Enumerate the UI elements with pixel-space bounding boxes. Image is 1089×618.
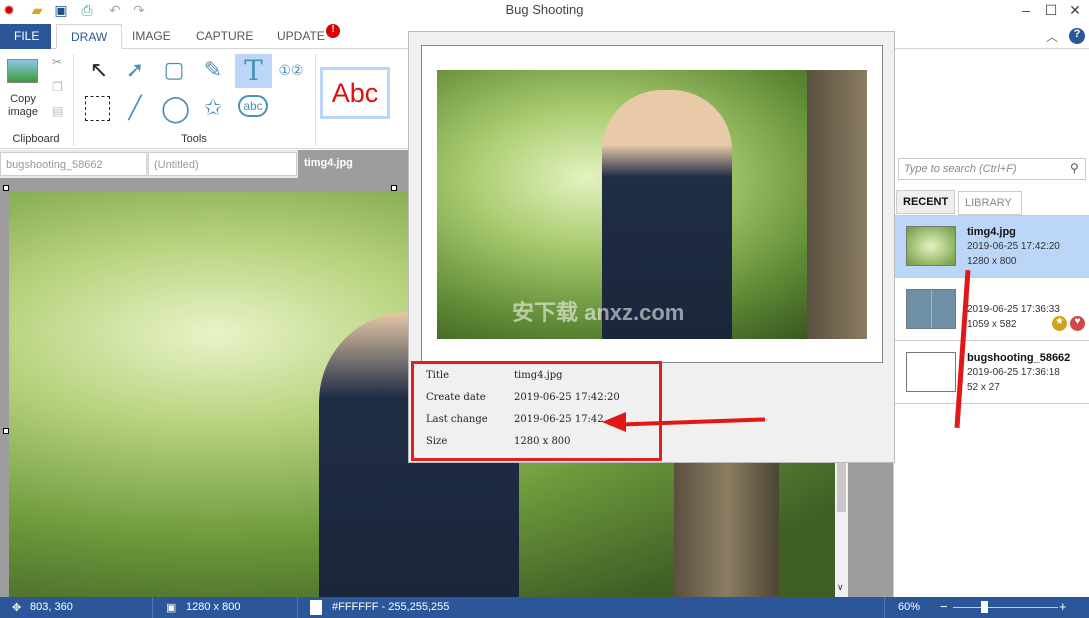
help-icon[interactable]: ? [1069, 28, 1085, 44]
info-label: Title [426, 370, 450, 381]
zoom-level: 60% [898, 601, 921, 613]
star-badge-icon[interactable]: ★ [1052, 316, 1067, 331]
document-tabs: bugshooting_58662 (Untitled) timg4.jpg [0, 150, 408, 178]
info-value: 2019-06-25 17:42 [514, 414, 604, 425]
line-tool-icon[interactable]: ╱ [122, 95, 148, 121]
rectangle-tool-icon[interactable]: ▢ [161, 57, 187, 83]
image-info-popup: 安下载 anxz.com Title timg4.jpg Create date… [408, 31, 895, 463]
doc-tab[interactable]: bugshooting_58662 [0, 152, 147, 176]
status-bar: ✥ 803, 360 ▣ 1280 x 800 #FFFFFF - 255,25… [0, 597, 1089, 618]
copy-image-button[interactable]: Copy image [2, 93, 44, 119]
zoom-in-button[interactable]: + [1059, 599, 1067, 614]
cursor-position-icon: ✥ [12, 602, 22, 614]
item-date: 2019-06-25 17:36:18 [967, 367, 1060, 378]
close-icon[interactable]: ✕ [1064, 2, 1086, 19]
update-alert-icon: ! [326, 24, 340, 38]
text-style-preview[interactable]: Abc [320, 67, 390, 119]
print-icon[interactable]: ⎙ [78, 2, 96, 19]
preview-frame: 安下载 anxz.com [421, 45, 883, 363]
resize-handle[interactable] [391, 185, 397, 191]
save-icon[interactable]: ▣ [52, 2, 70, 19]
thumbnail [906, 289, 956, 329]
select-tool-icon[interactable]: ↖ [86, 57, 112, 83]
arrow-tool-icon[interactable]: ➚ [122, 57, 148, 83]
resize-handle[interactable] [3, 428, 9, 434]
zoom-slider[interactable] [953, 607, 1058, 608]
recent-item[interactable]: timg4.jpg 2019-06-25 17:42:20 1280 x 800 [894, 216, 1089, 278]
copy-image-icon[interactable] [7, 59, 38, 83]
preview-image: 安下载 anxz.com [437, 70, 867, 339]
thumbnail [906, 226, 956, 266]
tab-library[interactable]: LIBRARY [958, 191, 1022, 215]
thumbnail [906, 352, 956, 392]
search-icon[interactable]: ⚲ [1070, 161, 1079, 175]
image-dimensions: 1280 x 800 [186, 601, 241, 613]
search-input[interactable]: Type to search (Ctrl+F) [898, 158, 1086, 180]
cursor-position: 803, 360 [30, 601, 73, 613]
bug-icon[interactable]: ✹ [0, 2, 18, 19]
item-date: 2019-06-25 17:36:33 [967, 304, 1060, 315]
item-size: 52 x 27 [967, 382, 1000, 393]
window-title: Bug Shooting [505, 2, 584, 17]
cut-icon[interactable]: ✂ [52, 55, 62, 69]
info-label: Create date [426, 392, 486, 403]
heart-badge-icon[interactable]: ♥ [1070, 316, 1085, 331]
scrollbar-thumb[interactable] [837, 462, 846, 512]
collapse-ribbon-icon[interactable]: ︿ [1046, 28, 1058, 45]
doc-tab-active[interactable]: timg4.jpg [298, 150, 408, 178]
ellipse-tool-icon[interactable]: ◯ [161, 95, 190, 121]
selection-tool-icon[interactable] [85, 96, 110, 121]
info-label: Last change [426, 414, 488, 425]
tools-group-label: Tools [181, 133, 207, 145]
tab-draw[interactable]: DRAW [56, 24, 123, 49]
right-panel: Type to search (Ctrl+F) ⚲ RECENT LIBRARY… [893, 150, 1089, 597]
minimize-icon[interactable]: – [1015, 2, 1037, 18]
item-date: 2019-06-25 17:42:20 [967, 241, 1060, 252]
item-size: 1280 x 800 [967, 256, 1017, 267]
image-size-icon: ▣ [166, 602, 177, 614]
title-bar: Bug Shooting ✹ ▰ ▣ ⎙ ↶ ↷ – ☐ ✕ [0, 0, 1089, 22]
zoom-slider-thumb[interactable] [981, 601, 988, 613]
undo-icon[interactable]: ↶ [106, 2, 124, 19]
tab-capture[interactable]: CAPTURE [182, 24, 267, 49]
callout-tool-icon[interactable]: abc [238, 95, 268, 117]
color-swatch [310, 600, 322, 615]
open-folder-icon[interactable]: ▰ [28, 2, 46, 19]
copy-icon[interactable]: ❐ [52, 80, 63, 94]
info-value: 1280 x 800 [514, 436, 571, 447]
watermark: 安下载 anxz.com [512, 300, 685, 325]
highlighter-tool-icon[interactable]: ✎ [200, 57, 226, 83]
maximize-icon[interactable]: ☐ [1040, 2, 1062, 19]
item-name: timg4.jpg [967, 226, 1016, 238]
stamp-tool-icon[interactable]: ✩ [200, 95, 226, 121]
info-value: 2019-06-25 17:42:20 [514, 392, 620, 403]
paste-icon[interactable]: ▤ [52, 104, 63, 118]
info-value: timg4.jpg [514, 370, 563, 381]
info-label: Size [426, 436, 448, 447]
clipboard-group-label: Clipboard [12, 133, 60, 145]
redo-icon[interactable]: ↷ [130, 2, 148, 19]
item-name: bugshooting_58662 [967, 352, 1071, 364]
recent-item[interactable]: 2019-06-25 17:36:33 1059 x 582 ★ ♥ [894, 279, 1089, 341]
text-tool-icon[interactable]: T [235, 54, 272, 88]
ribbon: Copy image ✂ ❐ ▤ Clipboard ↖ ➚ ▢ ✎ T ①② … [0, 49, 408, 149]
scroll-down-icon[interactable]: ∨ [837, 582, 844, 593]
tab-file[interactable]: FILE [0, 24, 51, 49]
recent-item[interactable]: bugshooting_58662 2019-06-25 17:36:18 52… [894, 342, 1089, 404]
image-info-table: Title timg4.jpg Create date 2019-06-25 1… [411, 361, 662, 461]
arrowhead [602, 412, 626, 432]
resize-handle[interactable] [3, 185, 9, 191]
zoom-out-button[interactable]: − [940, 599, 948, 614]
item-size: 1059 x 582 [967, 319, 1017, 330]
pixel-color: #FFFFFF - 255,255,255 [332, 601, 450, 613]
tab-recent[interactable]: RECENT [896, 190, 956, 214]
tab-image[interactable]: IMAGE [118, 24, 185, 49]
doc-tab[interactable]: (Untitled) [148, 152, 297, 176]
numbering-tool-icon[interactable]: ①② [278, 57, 304, 83]
